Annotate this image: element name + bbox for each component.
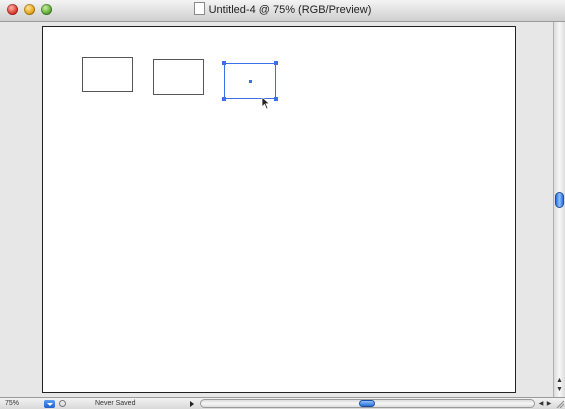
title-bar[interactable]: Untitled-4 @ 75% (RGB/Preview) [0,0,565,22]
selection-handle-bottom-left[interactable] [222,97,226,101]
document-icon [193,2,205,15]
selection-handle-bottom-right[interactable] [274,97,278,101]
shape-center-point [249,80,252,83]
zoom-menu-button[interactable] [44,400,55,408]
rectangle-shape-1[interactable] [82,57,133,92]
scroll-right-arrow-icon[interactable]: ▶ [545,398,553,409]
window-title-wrap: Untitled-4 @ 75% (RGB/Preview) [0,0,565,21]
vertical-scrollbar[interactable]: ▲ ▼ [553,22,565,397]
selection-handle-top-left[interactable] [222,61,226,65]
canvas-pasteboard[interactable] [0,22,553,397]
document-window: Untitled-4 @ 75% (RGB/Preview) ▲ ▼ 75% N… [0,0,565,409]
resize-grip-icon[interactable] [554,399,564,408]
version-cue-icon[interactable] [59,400,66,407]
selection-handle-top-right[interactable] [274,61,278,65]
horizontal-scrollbar[interactable] [200,399,535,408]
zoom-level-field[interactable]: 75% [5,398,19,409]
rectangle-shape-2[interactable] [153,59,204,95]
vertical-scroll-thumb[interactable] [555,192,564,208]
scroll-left-arrow-icon[interactable]: ◀ [537,398,545,409]
status-bar: 75% Never Saved ◀ ▶ [0,397,565,409]
chevron-down-icon [47,403,53,406]
scroll-down-arrow-icon[interactable]: ▼ [554,385,565,394]
window-title: Untitled-4 @ 75% (RGB/Preview) [208,4,372,16]
scroll-up-arrow-icon[interactable]: ▲ [554,376,565,385]
artboard[interactable] [42,26,516,393]
status-menu-arrow-icon[interactable] [190,401,194,407]
status-text: Never Saved [95,400,136,407]
horizontal-scroll-thumb[interactable] [359,400,375,407]
rectangle-shape-3-selected[interactable] [222,61,278,101]
arrow-cursor-icon [261,96,271,110]
